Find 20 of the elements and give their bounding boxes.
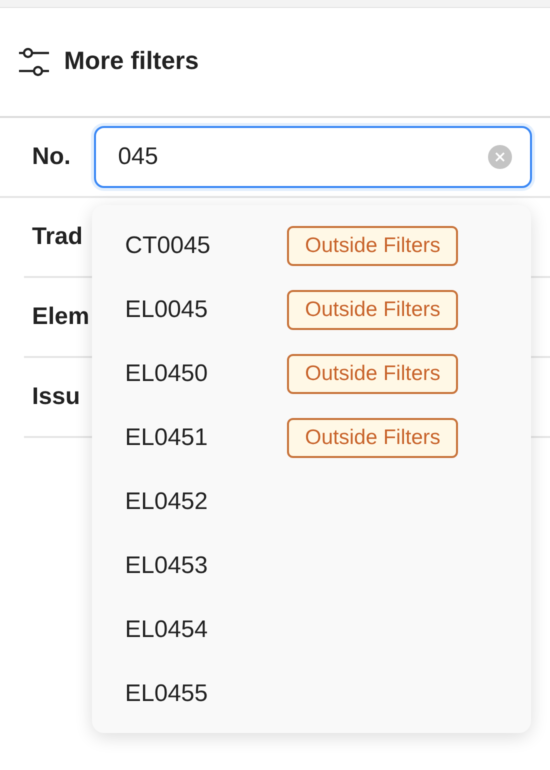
- suggestion-item[interactable]: EL0453: [125, 548, 287, 584]
- filter-label: Elem: [32, 302, 90, 332]
- suggestion-item[interactable]: EL0455: [125, 676, 287, 712]
- suggestion-item[interactable]: EL0045: [125, 292, 287, 328]
- suggestion-item[interactable]: EL0454: [125, 612, 287, 648]
- suggestion-item[interactable]: EL0452: [125, 484, 287, 520]
- suggestion-item[interactable]: EL0450: [125, 356, 287, 392]
- filter-label: No.: [32, 142, 72, 172]
- outside-filters-tag: Outside Filters: [287, 226, 458, 266]
- filter-label: Issu: [32, 382, 82, 412]
- filter-icon: [18, 47, 50, 77]
- suggestion-item[interactable]: CT0045: [125, 228, 287, 264]
- suggestion-item[interactable]: EL0451: [125, 420, 287, 456]
- panel-title: More filters: [64, 46, 199, 78]
- outside-filters-tag: Outside Filters: [287, 290, 458, 330]
- outside-filters-tag: Outside Filters: [287, 354, 458, 394]
- filter-label: Trad: [32, 222, 84, 252]
- search-field[interactable]: 045: [94, 126, 532, 188]
- clear-icon[interactable]: [488, 145, 512, 169]
- outside-filters-tag: Outside Filters: [287, 418, 458, 458]
